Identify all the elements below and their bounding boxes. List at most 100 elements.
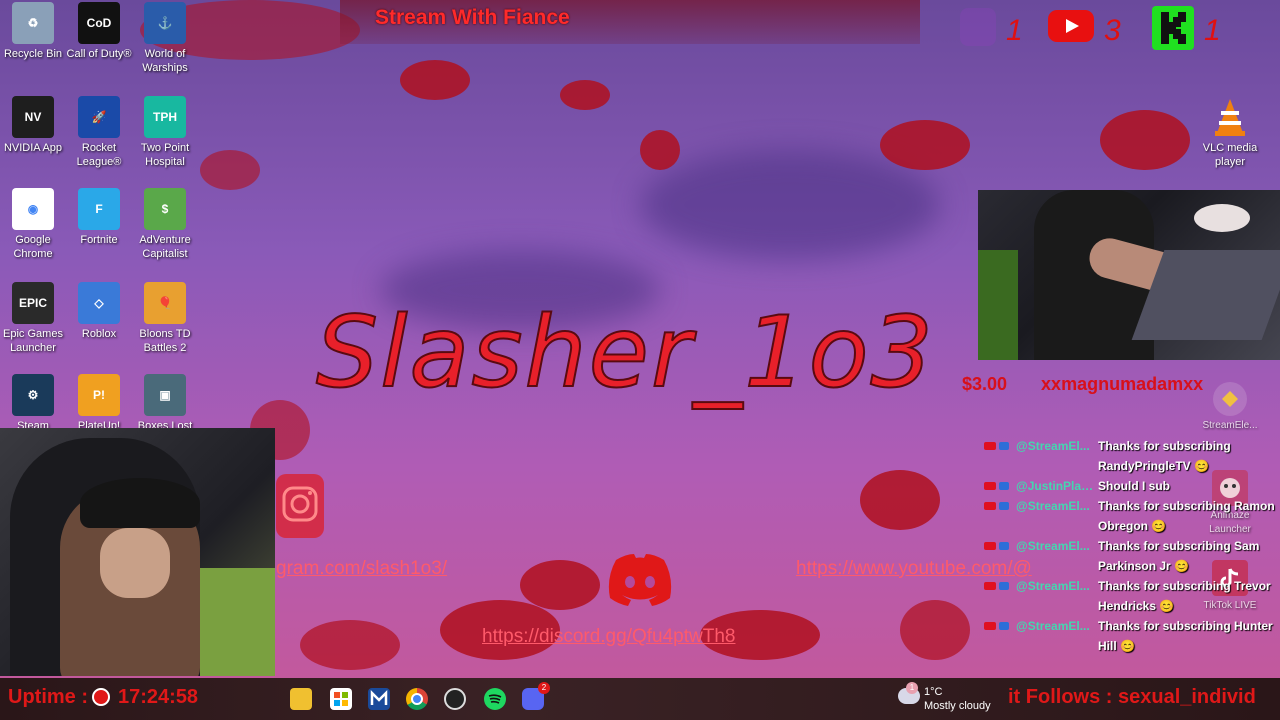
instagram-link[interactable]: gram.com/slash1o3/ [276,558,447,580]
tool-badge-icon [999,442,1009,450]
desktop-icon-label: Two Point Hospital [140,142,190,168]
desktop-icon[interactable]: ⚓ World of Warships [132,2,198,75]
desktop-icon[interactable]: $ AdVenture Capitalist [132,188,198,261]
app-icon: $ [144,188,186,230]
chrome-icon[interactable] [406,688,428,710]
monitor-glow [200,568,275,676]
cloud-decoration [640,150,940,260]
chat-badges [978,616,1016,656]
chat-text: Thanks for subscribing Sam Parkinson Jr … [1098,539,1260,573]
tip-name: xxmagnumadamxx [1041,374,1204,394]
youtube-badge-icon [984,542,996,550]
app-icon: P! [78,374,120,416]
discord-icon [604,550,676,608]
blood-splatter [200,150,260,190]
desktop-icon[interactable]: ♻ Recycle Bin [0,2,66,61]
tool-badge-icon [999,622,1009,630]
chat-text: Thanks for subscribing Trevor Hendricks … [1098,579,1271,613]
store-icon[interactable] [330,688,352,710]
weather-temp: 1°C [924,686,943,698]
blood-splatter [560,80,610,110]
chat-message: @StreamEl... Thanks for subscribing Hunte… [978,616,1278,656]
desktop-icon[interactable]: F Fortnite [66,188,132,247]
twitch-count: 1 [1006,14,1023,47]
desktop-icon-label: Google Chrome [13,234,53,260]
desktop-icon-label: Rocket League® [76,142,122,168]
chat-text: Thanks for subscribing RandyPringleTV 😊 [1098,439,1231,473]
bowl-shape [1194,204,1250,232]
discord-notification-badge: 2 [538,682,550,694]
app-icon: F [78,188,120,230]
desktop-icon[interactable]: ⚙ Steam [0,374,66,433]
weather-widget[interactable]: 1 1°C Mostly cloudy [898,682,998,716]
app-icon: NV [12,96,54,138]
face-shape [100,528,170,598]
desktop-icon-label: Fortnite [80,234,118,246]
youtube-badge-icon [984,442,996,450]
channel-name-logo: Slasher_1o3 [315,295,935,411]
blood-splatter [640,130,680,170]
discord-link[interactable]: https://discord.gg/Qfu4ptwTh8 [482,626,735,648]
uptime-value: 17:24:58 [118,686,199,708]
youtube-badge-icon [984,482,996,490]
chat-overlay: @StreamEl... Thanks for subscribing Randy… [978,436,1278,674]
discord-taskbar-icon[interactable]: 2 [522,682,550,710]
tool-badge-icon [999,502,1009,510]
green-light [978,250,1018,360]
kick-count: 1 [1204,14,1221,47]
app-icon: ▣ [144,374,186,416]
chat-badges [978,476,1016,496]
twitch-icon [960,8,996,46]
blood-splatter [400,60,470,100]
blood-splatter [880,120,970,170]
app-icon: CoD [78,2,120,44]
desktop-icon[interactable]: 🎈 Bloons TD Battles 2 [132,282,198,355]
chat-username: @StreamEl... [1016,579,1090,593]
weather-condition: Mostly cloudy [924,700,991,712]
app-icon: 🎈 [144,282,186,324]
youtube-badge-icon [984,582,996,590]
desktop-icon[interactable]: ▣ Boxes Lost [132,374,198,433]
youtube-badge-icon [984,622,996,630]
app-icon: ⚓ [144,2,186,44]
desktop-icon-label: Epic Games Launcher [3,328,63,354]
cloud-icon: 1 [898,682,920,704]
youtube-link[interactable]: https://www.youtube.com/@ [796,558,1032,580]
chat-badges [978,496,1016,536]
desktop-icon[interactable]: 🚀 Rocket League® [66,96,132,169]
blood-splatter [860,470,940,530]
desktop-icon[interactable]: NV NVIDIA App [0,96,66,155]
desktop-icon[interactable]: EPIC Epic Games Launcher [0,282,66,355]
stream-title: Stream With Fiance [375,6,570,29]
webcam-overlay-desk [978,190,1280,360]
obs-icon[interactable] [444,688,466,710]
desktop-icon[interactable]: P! PlateUp! [66,374,132,433]
tool-badge-icon [999,482,1009,490]
desktop-icon-label: AdVenture Capitalist [139,234,191,260]
chat-message: @StreamEl... Thanks for subscribing Ramon… [978,496,1278,536]
desktop-icon[interactable]: ◇ Roblox [66,282,132,341]
chat-message: @JustinPlays... Should I sub [978,476,1278,496]
desktop-icon[interactable]: ◉ Google Chrome [0,188,66,261]
chat-badges [978,576,1016,616]
app-icon: EPIC [12,282,54,324]
tip-ticker: $3.00 xxmagnumadamxx [962,374,1280,396]
app-icon: ◇ [78,282,120,324]
desktop-icon-label: Call of Duty® [66,48,132,60]
file-explorer-icon[interactable] [290,688,312,710]
desktop-icon-vlc[interactable]: VLC media player [1197,96,1263,169]
kick-icon [1152,6,1194,50]
chat-message: @StreamEl... Thanks for subscribing Randy… [978,436,1278,476]
youtube-badge-icon [984,502,996,510]
app-icon: 🚀 [78,96,120,138]
spotify-icon[interactable] [484,688,506,710]
desktop-icon[interactable]: TPH Two Point Hospital [132,96,198,169]
blood-splatter [300,620,400,670]
chat-username: @StreamEl... [1016,499,1090,513]
desktop-icon-label: Roblox [81,328,117,340]
cap-shape [80,478,200,528]
uptime-counter: Uptime : 17:24:58 [8,686,198,709]
desktop-icon[interactable]: CoD Call of Duty® [66,2,132,61]
app-icon: ♻ [12,2,54,44]
app-m-icon[interactable] [368,688,390,710]
